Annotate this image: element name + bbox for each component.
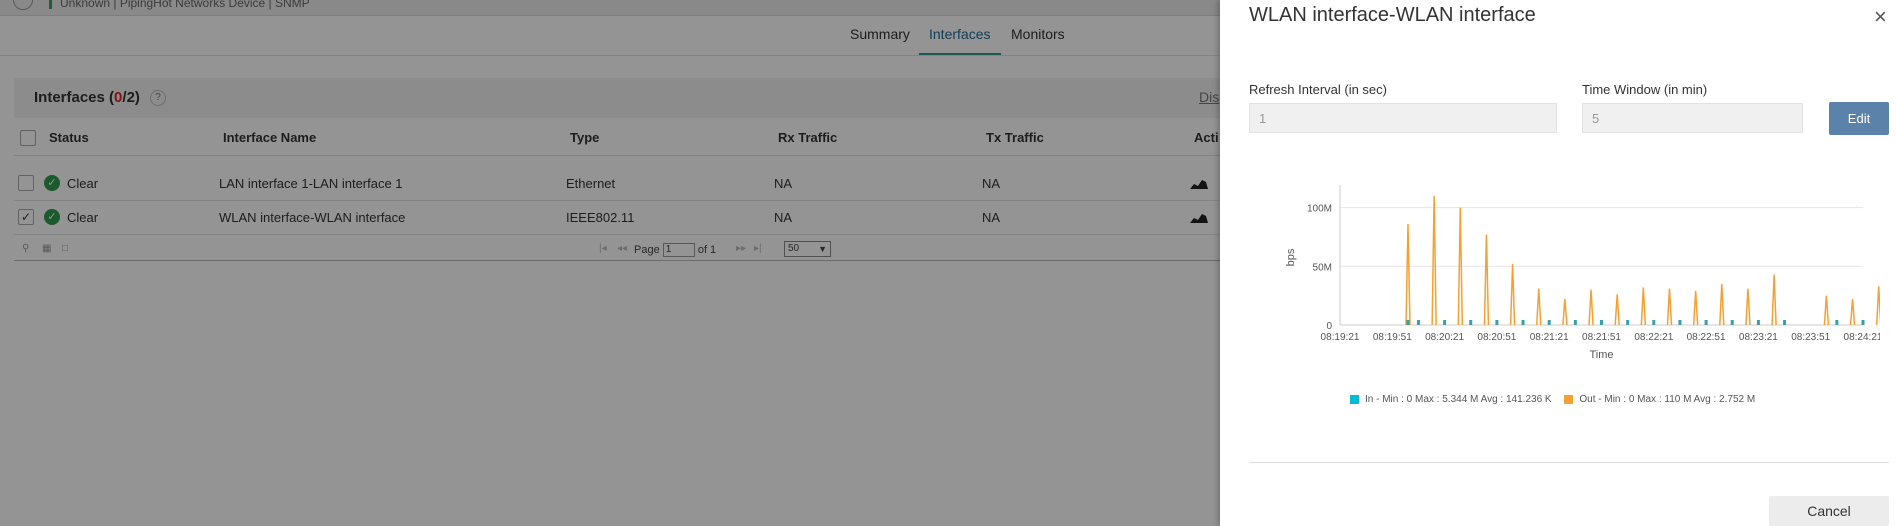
cancel-button[interactable]: Cancel [1769, 496, 1889, 526]
legend-in-swatch [1350, 394, 1359, 404]
x-tick-label: 08:21:51 [1582, 332, 1621, 343]
in-traffic-point [1861, 320, 1865, 325]
out-traffic-spike [1431, 195, 1437, 326]
out-traffic-spike [1535, 288, 1542, 326]
y-tick-label: 50M [1313, 262, 1332, 273]
interface-graph-drawer: WLAN interface-WLAN interface × Refresh … [1220, 0, 1896, 526]
out-traffic-spike [1692, 290, 1699, 326]
out-traffic-spike [1588, 289, 1594, 326]
refresh-interval-field[interactable]: 1 [1249, 103, 1557, 133]
in-traffic-point [1600, 320, 1603, 325]
x-tick-label: 08:24:21 [1844, 332, 1880, 343]
in-traffic-point [1783, 320, 1787, 325]
in-traffic-point [1756, 320, 1760, 325]
y-tick-label: 100M [1307, 204, 1332, 215]
out-traffic-spike [1875, 286, 1880, 326]
y-tick-label: 0 [1326, 321, 1332, 332]
in-traffic-point [1416, 320, 1420, 325]
out-traffic-spike [1640, 287, 1647, 326]
drawer-title: WLAN interface-WLAN interface [1249, 4, 1536, 26]
out-traffic-spike [1614, 294, 1620, 326]
x-tick-label: 08:22:51 [1687, 332, 1726, 343]
in-traffic-point [1835, 320, 1839, 325]
chart-legend: In - Min : 0 Max : 5.344 M Avg : 141.236… [1350, 394, 1755, 405]
out-traffic-spike [1745, 288, 1751, 326]
legend-out[interactable]: Out - Min : 0 Max : 110 M Avg : 2.752 M [1579, 394, 1755, 405]
out-traffic-spike [1483, 234, 1490, 326]
modal-backdrop[interactable] [0, 0, 1220, 526]
x-tick-label: 08:22:21 [1634, 332, 1673, 343]
edit-button[interactable]: Edit [1829, 102, 1889, 135]
in-traffic-point [1495, 320, 1499, 325]
refresh-interval-label: Refresh Interval (in sec) [1249, 82, 1387, 97]
page: Unknown | PipingHot Networks Device | SN… [0, 0, 1896, 526]
x-tick-label: 08:21:21 [1530, 332, 1569, 343]
x-tick-label: 08:23:51 [1791, 332, 1830, 343]
time-window-field[interactable]: 5 [1582, 103, 1803, 133]
in-traffic-point [1443, 320, 1447, 325]
time-window-label: Time Window (in min) [1582, 82, 1708, 97]
drawer-footer-divider [1249, 462, 1889, 463]
out-traffic-spike [1771, 274, 1777, 326]
in-traffic-point [1406, 320, 1410, 325]
legend-out-swatch [1564, 394, 1574, 404]
x-tick-label: 08:20:21 [1425, 332, 1464, 343]
x-tick-label: 08:19:21 [1321, 332, 1360, 343]
y-axis-title: bps [1285, 248, 1297, 266]
legend-in[interactable]: In - Min : 0 Max : 5.344 M Avg : 141.236… [1365, 394, 1552, 405]
in-traffic-point [1469, 320, 1473, 325]
traffic-chart: 0 50M 100M 08:19:21 08:19:51 08:20:21 08:20:51… [1285, 185, 1880, 361]
out-traffic-spike [1509, 263, 1516, 326]
in-traffic-point [1678, 320, 1682, 325]
out-traffic-spike [1562, 299, 1568, 326]
x-tick-label: 08:19:51 [1373, 332, 1412, 343]
out-traffic-spike [1405, 224, 1411, 326]
in-traffic-point [1730, 320, 1734, 325]
x-tick-label: 08:23:21 [1739, 332, 1778, 343]
x-axis-title: Time [1589, 349, 1613, 361]
close-icon[interactable]: × [1874, 4, 1887, 30]
in-traffic-point [1652, 320, 1656, 325]
out-traffic-spike [1823, 295, 1830, 326]
x-tick-label: 08:20:51 [1477, 332, 1516, 343]
in-traffic-point [1704, 320, 1708, 325]
out-traffic-spike [1666, 288, 1673, 326]
out-traffic-spike [1849, 299, 1856, 326]
in-traffic-point [1573, 320, 1577, 325]
in-traffic-point [1547, 320, 1551, 325]
out-traffic-spike [1719, 283, 1725, 326]
in-traffic-point [1521, 320, 1525, 325]
in-traffic-point [1626, 320, 1630, 325]
